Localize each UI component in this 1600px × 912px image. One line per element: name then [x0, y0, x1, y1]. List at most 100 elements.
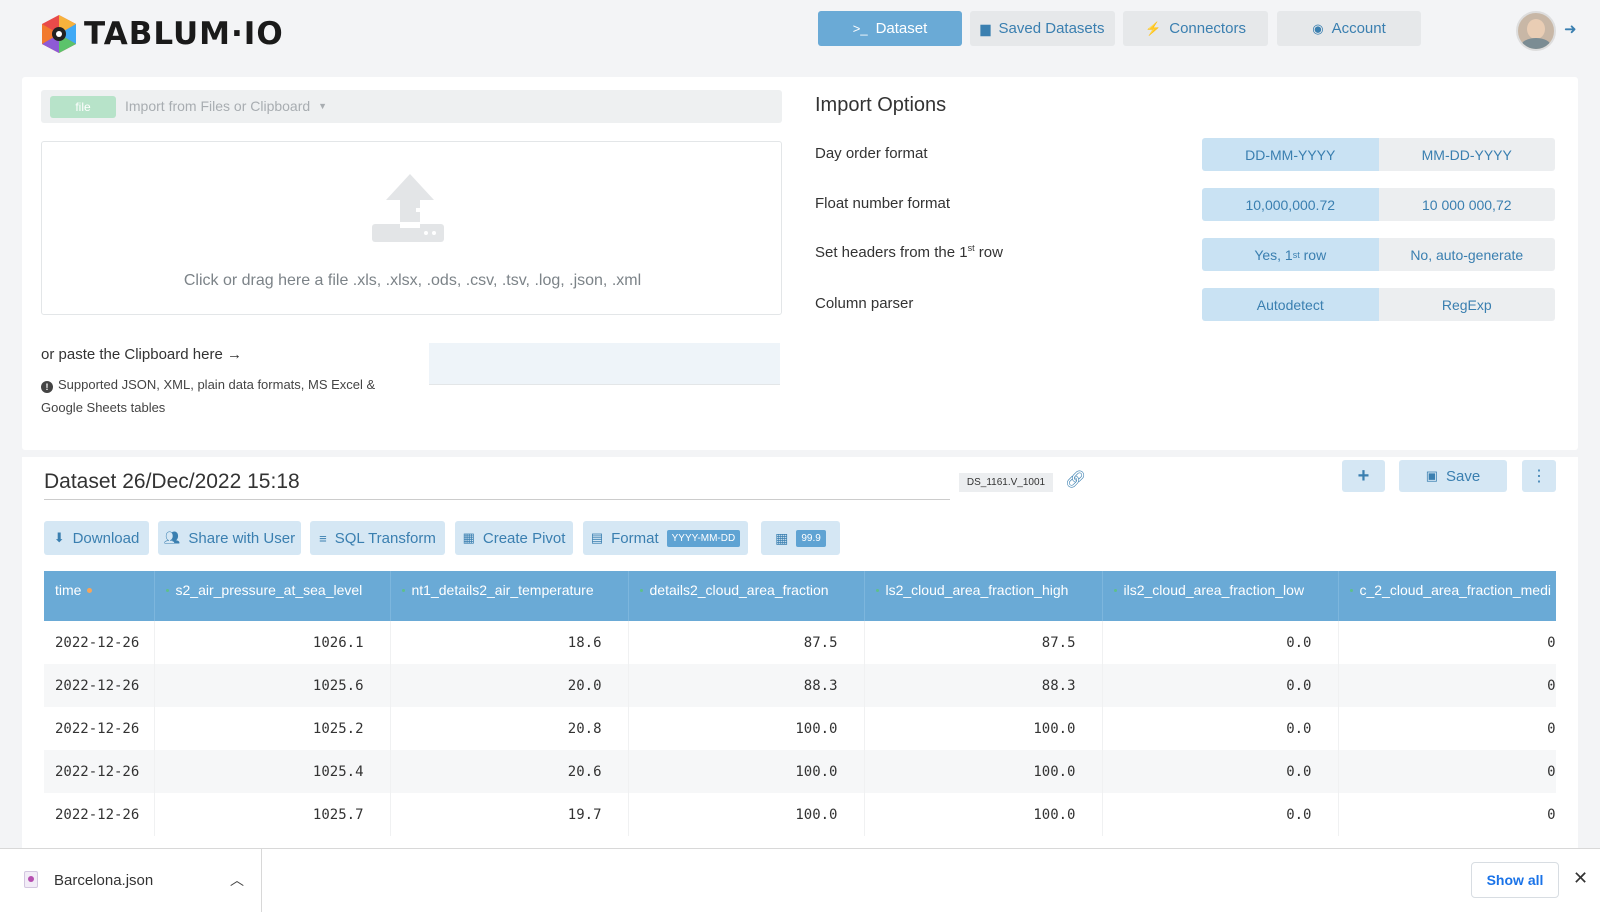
info-icon: ! — [41, 381, 53, 393]
parser-regexp[interactable]: RegExp — [1378, 288, 1555, 321]
table-cell[interactable]: 100.0 — [628, 793, 865, 836]
table-cell[interactable]: 19.7 — [390, 793, 629, 836]
table-cell[interactable]: 0 — [1338, 793, 1556, 836]
table-row: 2022-12-26 1025.2 20.8 100.0 100.0 0.0 0 — [44, 707, 1556, 750]
table-cell[interactable]: 100.0 — [628, 707, 865, 750]
table-cell[interactable]: 0.0 — [1102, 793, 1339, 836]
table-cell[interactable]: 0 — [1338, 750, 1556, 793]
number-format-button[interactable]: ▦ 99.9 — [761, 521, 840, 555]
column-header[interactable]: time — [44, 571, 155, 621]
terminal-icon: >_ — [852, 21, 868, 36]
table-cell[interactable]: 0.0 — [1102, 621, 1339, 664]
sort-indicator-icon — [87, 588, 93, 593]
file-dropzone[interactable]: Click or drag here a file .xls, .xlsx, .… — [41, 141, 782, 315]
headers-first-row[interactable]: Yes, 1st row — [1202, 238, 1379, 271]
table-header-row: time s2_air_pressure_at_sea_level nt1_de… — [44, 571, 1556, 621]
nav-connectors[interactable]: ⚡ Connectors — [1123, 11, 1268, 46]
table-icon: ▦ — [462, 530, 475, 545]
table-cell[interactable]: 1025.6 — [154, 664, 391, 707]
table-cell[interactable]: 1026.1 — [154, 621, 391, 664]
table-cell[interactable]: 100.0 — [864, 750, 1103, 793]
add-button[interactable]: + — [1342, 460, 1385, 492]
table-cell[interactable]: 2022-12-26 — [44, 707, 155, 750]
table-cell[interactable]: 0.0 — [1102, 707, 1339, 750]
table-row: 2022-12-26 1025.7 19.7 100.0 100.0 0.0 0 — [44, 793, 1556, 836]
support-note-text: Supported JSON, XML, plain data formats,… — [41, 377, 376, 415]
table-cell[interactable]: 100.0 — [864, 793, 1103, 836]
parser-autodetect[interactable]: Autodetect — [1202, 288, 1379, 321]
table-cell[interactable]: 87.5 — [864, 621, 1103, 664]
import-source-dropdown[interactable]: Import from Files or Clipboard ▼ — [125, 98, 327, 114]
upload-icon — [372, 174, 444, 242]
table-cell[interactable]: 100.0 — [628, 750, 865, 793]
download-shelf: Barcelona.json ︿ Show all ✕ — [0, 848, 1600, 912]
nav-label: Account — [1331, 20, 1386, 37]
day-order-ddmmyyyy[interactable]: DD-MM-YYYY — [1202, 138, 1379, 171]
logout-icon[interactable]: ➜ — [1564, 20, 1577, 38]
show-all-button[interactable]: Show all — [1471, 862, 1559, 898]
column-header[interactable]: ils2_cloud_area_fraction_low — [1102, 571, 1339, 621]
table-cell[interactable]: 1025.7 — [154, 793, 391, 836]
headers-label: Set headers from the 1st row — [815, 243, 1003, 261]
table-cell[interactable]: 2022-12-26 — [44, 750, 155, 793]
clipboard-paste-area[interactable] — [429, 343, 780, 385]
import-source-label: Import from Files or Clipboard — [125, 98, 311, 114]
type-dot-icon — [639, 589, 643, 592]
table-cell[interactable]: 18.6 — [390, 621, 629, 664]
table-cell[interactable]: 0 — [1338, 664, 1556, 707]
table-cell[interactable]: 88.3 — [864, 664, 1103, 707]
table-cell[interactable]: 20.6 — [390, 750, 629, 793]
table-cell[interactable]: 0.0 — [1102, 664, 1339, 707]
column-header[interactable]: c_2_cloud_area_fraction_medi — [1338, 571, 1556, 621]
caret-down-icon: ▼ — [318, 101, 327, 111]
close-icon[interactable]: ✕ — [1573, 868, 1588, 889]
brand-logo[interactable]: TABLUM·IO — [38, 12, 284, 56]
column-header[interactable]: nt1_details2_air_temperature — [390, 571, 629, 621]
avatar[interactable] — [1516, 11, 1556, 51]
nav-label: Dataset — [875, 20, 928, 37]
type-dot-icon — [401, 589, 405, 592]
table-cell[interactable]: 1025.2 — [154, 707, 391, 750]
nav-account[interactable]: ◉ Account — [1277, 11, 1421, 46]
table-cell[interactable]: 100.0 — [864, 707, 1103, 750]
chevron-up-icon[interactable]: ︿ — [230, 870, 244, 890]
table-cell[interactable]: 2022-12-26 — [44, 621, 155, 664]
table-cell[interactable]: 1025.4 — [154, 750, 391, 793]
dataset-title[interactable]: Dataset 26/Dec/2022 15:18 — [44, 468, 950, 500]
archive-icon: ▆ — [980, 20, 991, 36]
download-button[interactable]: ⬇ Download — [44, 521, 149, 555]
download-item[interactable]: Barcelona.json ︿ — [0, 849, 262, 912]
nav-dataset[interactable]: >_ Dataset — [818, 11, 962, 46]
nav-saved-datasets[interactable]: ▆ Saved Datasets — [970, 11, 1115, 46]
column-header[interactable]: details2_cloud_area_fraction — [628, 571, 865, 621]
float-format-comma[interactable]: 10 000 000,72 — [1378, 188, 1555, 221]
table-cell[interactable]: 20.8 — [390, 707, 629, 750]
sql-transform-button[interactable]: ≡ SQL Transform — [310, 521, 445, 555]
table-cell[interactable]: 0.0 — [1102, 750, 1339, 793]
table-cell[interactable]: 20.0 — [390, 664, 629, 707]
file-tab[interactable]: file — [50, 96, 116, 118]
table-cell[interactable]: 0 — [1338, 707, 1556, 750]
type-dot-icon — [165, 589, 169, 592]
day-order-mmddyyyy[interactable]: MM-DD-YYYY — [1378, 138, 1555, 171]
save-button[interactable]: ▣ Save — [1399, 460, 1507, 492]
create-pivot-button[interactable]: ▦ Create Pivot — [455, 521, 573, 555]
table-cell[interactable]: 2022-12-26 — [44, 664, 155, 707]
float-format-label: Float number format — [815, 195, 951, 212]
table-cell[interactable]: 0 — [1338, 621, 1556, 664]
column-parser-toggle: Autodetect RegExp — [1202, 288, 1555, 321]
table-cell[interactable]: 87.5 — [628, 621, 865, 664]
day-order-toggle: DD-MM-YYYY MM-DD-YYYY — [1202, 138, 1555, 171]
table-cell[interactable]: 88.3 — [628, 664, 865, 707]
dataset-panel: Dataset 26/Dec/2022 15:18 DS_1161.V_1001… — [22, 457, 1578, 912]
table-cell[interactable]: 2022-12-26 — [44, 793, 155, 836]
share-button[interactable]: 👥︎ Share with User — [158, 521, 301, 555]
headers-auto-generate[interactable]: No, auto-generate — [1378, 238, 1555, 271]
format-button[interactable]: ▤ Format YYYY-MM-DD — [583, 521, 748, 555]
more-menu-button[interactable]: ⋮ — [1522, 460, 1556, 492]
column-header[interactable]: ls2_cloud_area_fraction_high — [864, 571, 1103, 621]
float-format-dot[interactable]: 10,000,000.72 — [1202, 188, 1379, 221]
column-header[interactable]: s2_air_pressure_at_sea_level — [154, 571, 391, 621]
table-row: 2022-12-26 1025.6 20.0 88.3 88.3 0.0 0 — [44, 664, 1556, 707]
link-icon[interactable]: 🔗︎ — [1065, 470, 1087, 490]
